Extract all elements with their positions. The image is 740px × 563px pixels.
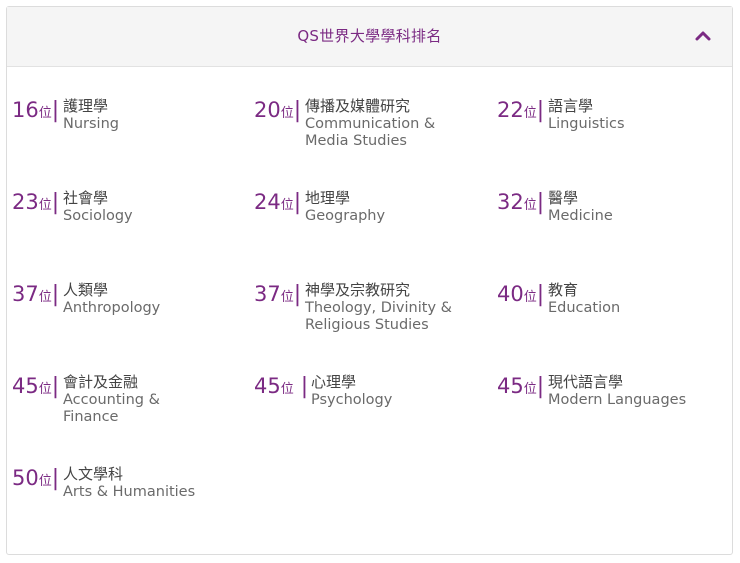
subject-name-zh: 地理學	[305, 189, 351, 207]
chevron-up-icon	[695, 31, 711, 41]
subject-name-en: Arts & Humanities	[63, 484, 196, 500]
rank-number: 16位|	[12, 98, 60, 123]
subject-name-en: Theology, Divinity & Religious Studies	[305, 300, 452, 333]
rank-number: 45位|	[497, 374, 545, 399]
subject-name-zh: 人文學科	[63, 465, 124, 483]
subject-name-zh: 社會學	[63, 189, 109, 207]
rank-number: 37位|	[254, 282, 302, 307]
subject-name-zh: 心理學	[311, 373, 357, 391]
rank-number: 45位|	[12, 374, 60, 399]
subject-name-en: Sociology	[63, 208, 133, 224]
rank-number: 24位|	[254, 190, 302, 215]
subject-name-zh: 現代語言學	[548, 373, 624, 391]
panel-title: QS世界大學學科排名	[297, 27, 442, 45]
subject-name-en: Anthropology	[63, 300, 161, 316]
rank-number: 37位|	[12, 282, 60, 307]
subject-name-zh: 語言學	[548, 97, 594, 115]
subject-name-zh: 人類學	[63, 281, 109, 299]
subject-name-zh: 醫學	[548, 189, 579, 207]
rank-number: 23位|	[12, 190, 60, 215]
rankings-panel: QS世界大學學科排名 16位| 護理學 Nursing 20位| 傳播及媒體研究…	[6, 6, 733, 555]
subject-name-zh: 傳播及媒體研究	[305, 97, 411, 115]
rank-number: 22位|	[497, 98, 545, 123]
subject-name-en: Accounting & Finance	[63, 392, 160, 425]
subject-name-en: Medicine	[548, 208, 613, 224]
subject-name-en: Education	[548, 300, 621, 316]
rank-number: 45位 |	[254, 374, 309, 399]
rank-number: 20位|	[254, 98, 302, 123]
subject-name-zh: 會計及金融	[63, 373, 139, 391]
panel-header[interactable]: QS世界大學學科排名	[7, 7, 732, 67]
subject-name-zh: 神學及宗教研究	[305, 281, 411, 299]
rank-number: 32位|	[497, 190, 545, 215]
subject-name-en: Nursing	[63, 116, 119, 132]
subject-name-en: Psychology	[311, 392, 393, 408]
subject-name-zh: 護理學	[63, 97, 109, 115]
subject-name-en: Geography	[305, 208, 386, 224]
subject-name-en: Communication & Media Studies	[305, 116, 436, 149]
collapse-button[interactable]	[692, 25, 714, 47]
subject-name-en: Linguistics	[548, 116, 625, 132]
rank-number: 40位|	[497, 282, 545, 307]
rank-number: 50位|	[12, 466, 60, 491]
subject-name-en: Modern Languages	[548, 392, 687, 408]
subject-name-zh: 教育	[548, 281, 579, 299]
